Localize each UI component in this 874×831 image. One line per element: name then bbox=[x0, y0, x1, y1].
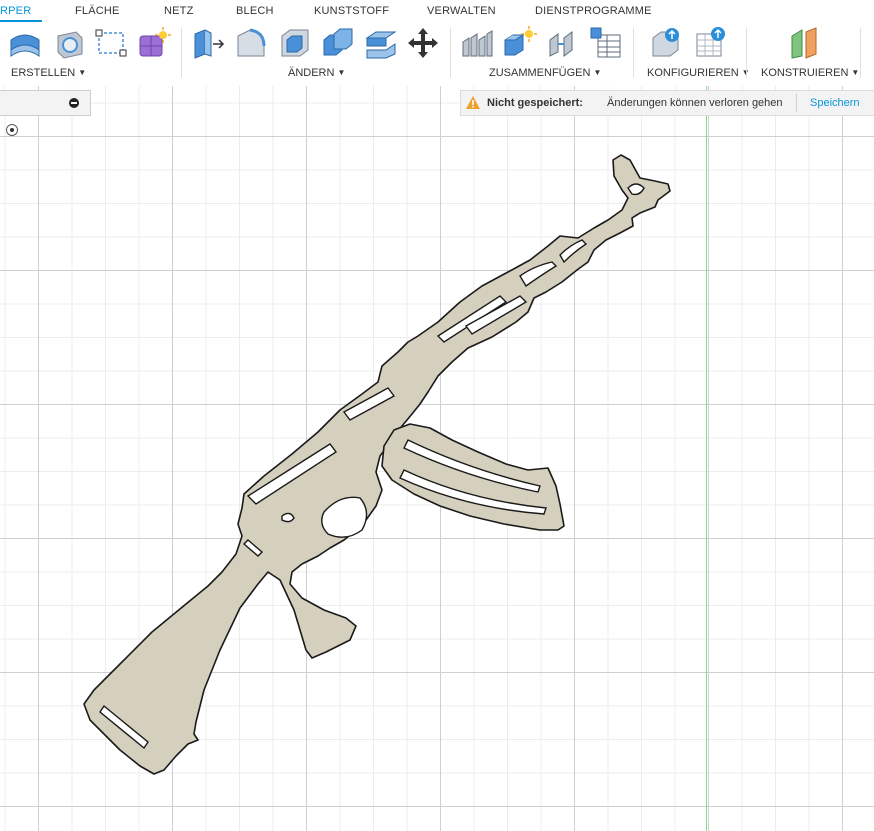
cutout-pin bbox=[281, 512, 295, 523]
rifle-silhouette bbox=[83, 154, 671, 775]
rifle-body-model[interactable] bbox=[0, 0, 874, 831]
